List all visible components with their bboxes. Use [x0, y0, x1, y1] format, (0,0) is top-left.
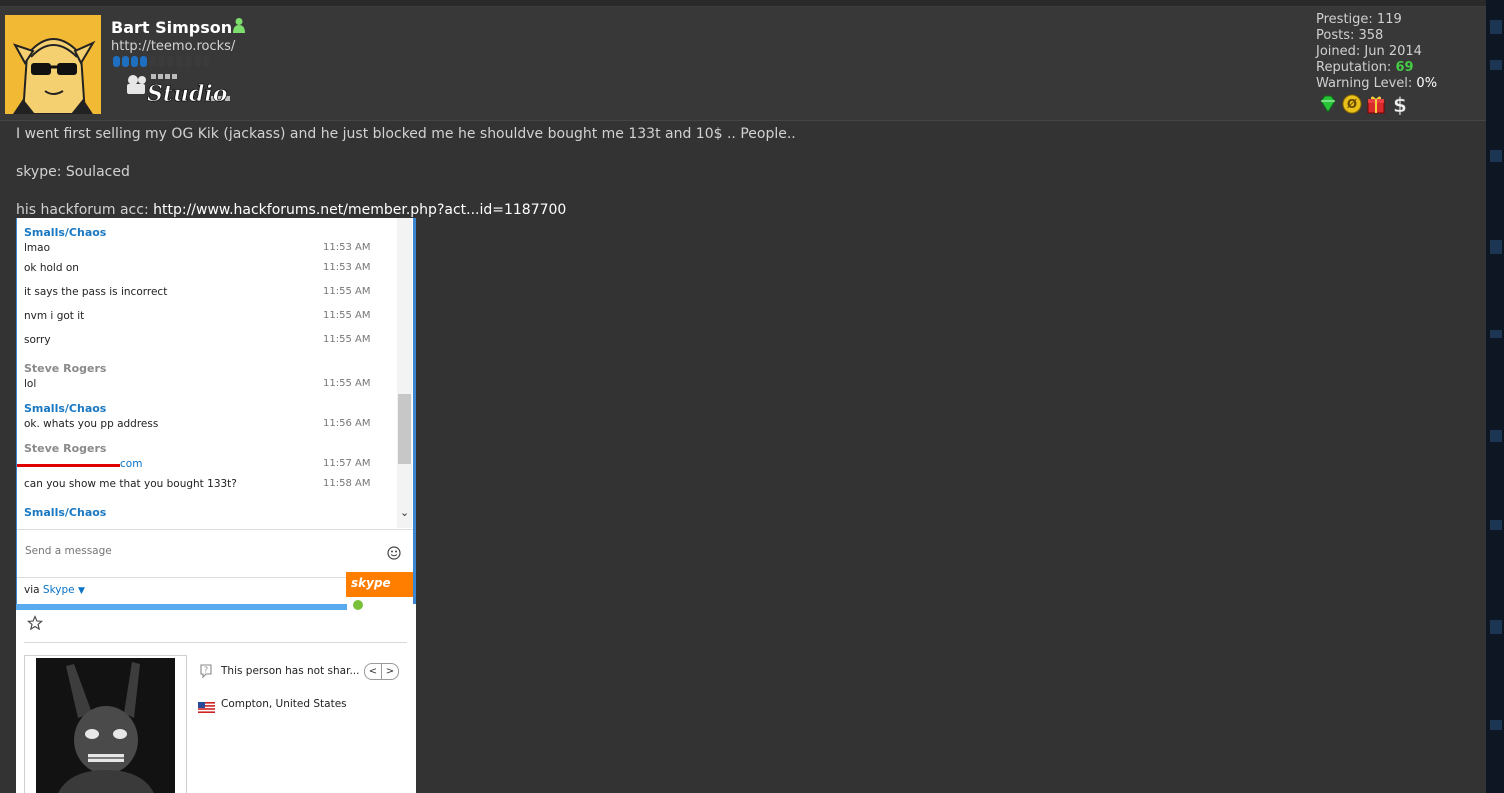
chat-timestamp: 11:53 AM [323, 262, 371, 273]
us-flag-icon [198, 698, 215, 717]
dollar-icon[interactable]: $ [1389, 93, 1411, 119]
chat-message-text: lmao [24, 242, 51, 254]
reputation-dots [113, 56, 210, 67]
skype-link[interactable]: Skype [43, 584, 75, 596]
reputation-dot [131, 56, 138, 67]
post-author-header: Bart Simpson http://teemo.rocks/ Studio [0, 7, 1486, 121]
chat-message-text: it says the pass is incorrect [24, 286, 168, 298]
reputation-dot [122, 56, 129, 67]
window-border [413, 218, 416, 604]
post-text-line: I went first selling my OG Kik (jackass)… [16, 126, 796, 142]
online-status-icon [233, 17, 245, 37]
chat-message-text: sorry [24, 334, 51, 346]
userbar-text: Studio [147, 81, 227, 106]
gift-icon[interactable] [1365, 93, 1387, 119]
green-gem-icon[interactable] [1317, 93, 1339, 119]
chat-message-text: nvm i got it [24, 310, 85, 322]
gold-coin-icon[interactable]: Ø [1341, 93, 1363, 119]
contact-location: Compton, United States [221, 698, 347, 710]
chat-sender-name: Steve Rogers [24, 442, 107, 455]
caret-down-icon[interactable]: ▼ [78, 586, 85, 596]
next-button[interactable]: > [381, 663, 399, 680]
chat-scrollbar[interactable]: ⌄ [397, 218, 412, 528]
chat-timestamp: 11:53 AM [323, 242, 371, 253]
reputation-dot [149, 56, 156, 67]
profile-photo [24, 655, 187, 793]
reputation-dot [203, 56, 210, 67]
chat-sender-name: Smalls/Chaos [24, 506, 107, 519]
svg-text:?: ? [204, 666, 208, 675]
posts-stat[interactable]: Posts: 358 [1316, 28, 1437, 44]
mood-message: This person has not shar... [221, 665, 360, 677]
mood-message-icon: ? [199, 663, 213, 683]
user-website-link[interactable]: http://teemo.rocks/ [111, 39, 235, 54]
username[interactable]: Bart Simpson [111, 18, 232, 37]
divider [24, 642, 407, 643]
reputation-dot [140, 56, 147, 67]
reputation-dot [113, 56, 120, 67]
emoji-icon[interactable] [387, 545, 401, 564]
scrollbar-thumb[interactable] [398, 394, 411, 464]
chat-sender-name: Smalls/Chaos [24, 226, 107, 239]
reputation-stat[interactable]: Reputation: 69 [1316, 60, 1437, 76]
award-icons: Ø $ [1317, 93, 1411, 119]
chat-message-text: ok hold on [24, 262, 79, 274]
previous-button[interactable]: < [364, 663, 382, 680]
user-stats: Prestige: 119 Posts: 358 Joined: Jun 201… [1316, 12, 1437, 92]
userbar-image: Studio [123, 70, 235, 110]
hackforums-profile-link[interactable]: http://www.hackforums.net/member.php?act… [153, 202, 566, 218]
chat-sender-name: Smalls/Chaos [24, 402, 107, 415]
prestige-stat: Prestige: 119 [1316, 12, 1402, 27]
chat-message-text: ok. whats you pp address [24, 418, 159, 430]
star-icon[interactable] [26, 615, 44, 635]
chat-message-text: com [120, 458, 143, 470]
avatar[interactable] [5, 15, 101, 114]
chat-timestamp: 11:58 AM [323, 478, 371, 489]
chat-timestamp: 11:55 AM [323, 334, 371, 345]
window-border [16, 218, 17, 604]
chat-timestamp: 11:56 AM [323, 418, 371, 429]
joined-stat: Joined: Jun 2014 [1316, 44, 1422, 59]
chat-timestamp: 11:55 AM [323, 378, 371, 389]
chat-message-text: can you show me that you bought 133t? [24, 478, 237, 490]
chat-timestamp: 11:57 AM [323, 458, 371, 469]
svg-text:Ø: Ø [1347, 97, 1357, 111]
chat-log: Smalls/Chaos lmao 11:53 AM ok hold on 11:53 … [16, 218, 416, 528]
chat-sender-name: Steve Rogers [24, 362, 107, 375]
top-bar [0, 0, 1486, 7]
send-message-input[interactable] [23, 544, 367, 558]
skype-logo: skype [346, 572, 416, 597]
via-skype: via Skype ▼ [24, 584, 85, 596]
chat-timestamp: 11:55 AM [323, 310, 371, 321]
contact-profile: ? This person has not shar... < > Compto… [16, 610, 416, 793]
chevron-down-icon[interactable]: ⌄ [400, 506, 409, 519]
warning-level-stat[interactable]: Warning Level: 0% [1316, 76, 1437, 92]
redaction-mark [16, 464, 120, 467]
profile-photo-image [36, 658, 175, 793]
page-edge-background [1486, 0, 1504, 793]
chat-timestamp: 11:55 AM [323, 286, 371, 297]
reputation-dot [185, 56, 192, 67]
reputation-dot [194, 56, 201, 67]
reputation-dot [158, 56, 165, 67]
embedded-skype-screenshot: Smalls/Chaos lmao 11:53 AM ok hold on 11:53 … [16, 218, 416, 793]
post-text-line: skype: Soulaced [16, 164, 130, 180]
message-composer [16, 529, 413, 578]
chat-message-text: lol [24, 378, 37, 390]
svg-text:$: $ [1393, 93, 1407, 115]
reputation-dot [167, 56, 174, 67]
reputation-dot [176, 56, 183, 67]
